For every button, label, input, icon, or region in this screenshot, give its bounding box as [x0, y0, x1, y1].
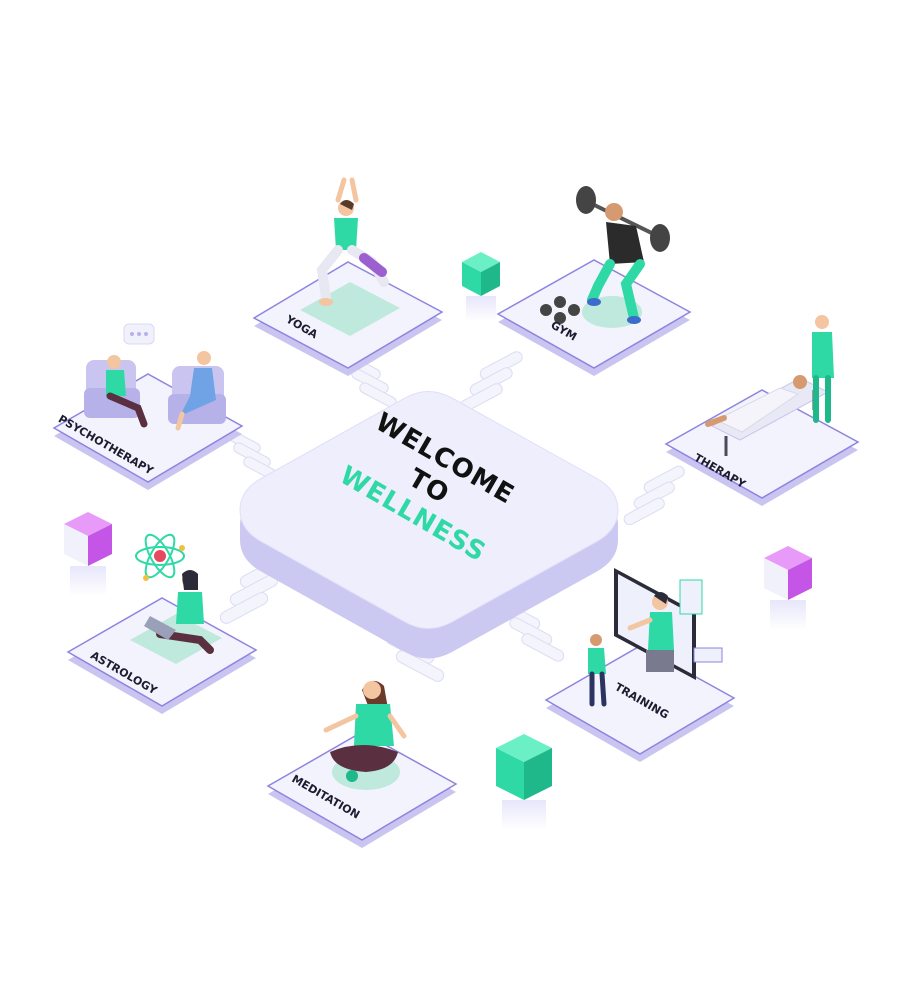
speech-bubble-icon	[123, 323, 155, 345]
tile-psychotherapy: PSYCHOTHERAPY	[52, 323, 244, 490]
central-hub: WELCOME TO WELLNESS	[239, 391, 619, 659]
cube-green-bottom	[496, 734, 552, 830]
tile-therapy: THERAPY	[664, 315, 860, 506]
atom-icon	[135, 533, 185, 581]
cube-purple-left	[64, 512, 112, 596]
connector-therapy	[623, 465, 685, 526]
tile-training: TRAINING	[544, 568, 736, 762]
connector-gym	[459, 351, 523, 412]
tile-yoga: YOGA	[252, 177, 444, 376]
tile-gym: GYM	[496, 186, 692, 376]
tile-meditation: MEDITATION	[266, 680, 458, 848]
wellness-illustration: WELCOME TO WELLNESS YOGA GYM PSYCHOTHERA…	[52, 177, 860, 848]
cube-purple-right	[764, 546, 812, 630]
cube-green-top	[462, 252, 500, 322]
therapist-standing	[812, 315, 834, 423]
